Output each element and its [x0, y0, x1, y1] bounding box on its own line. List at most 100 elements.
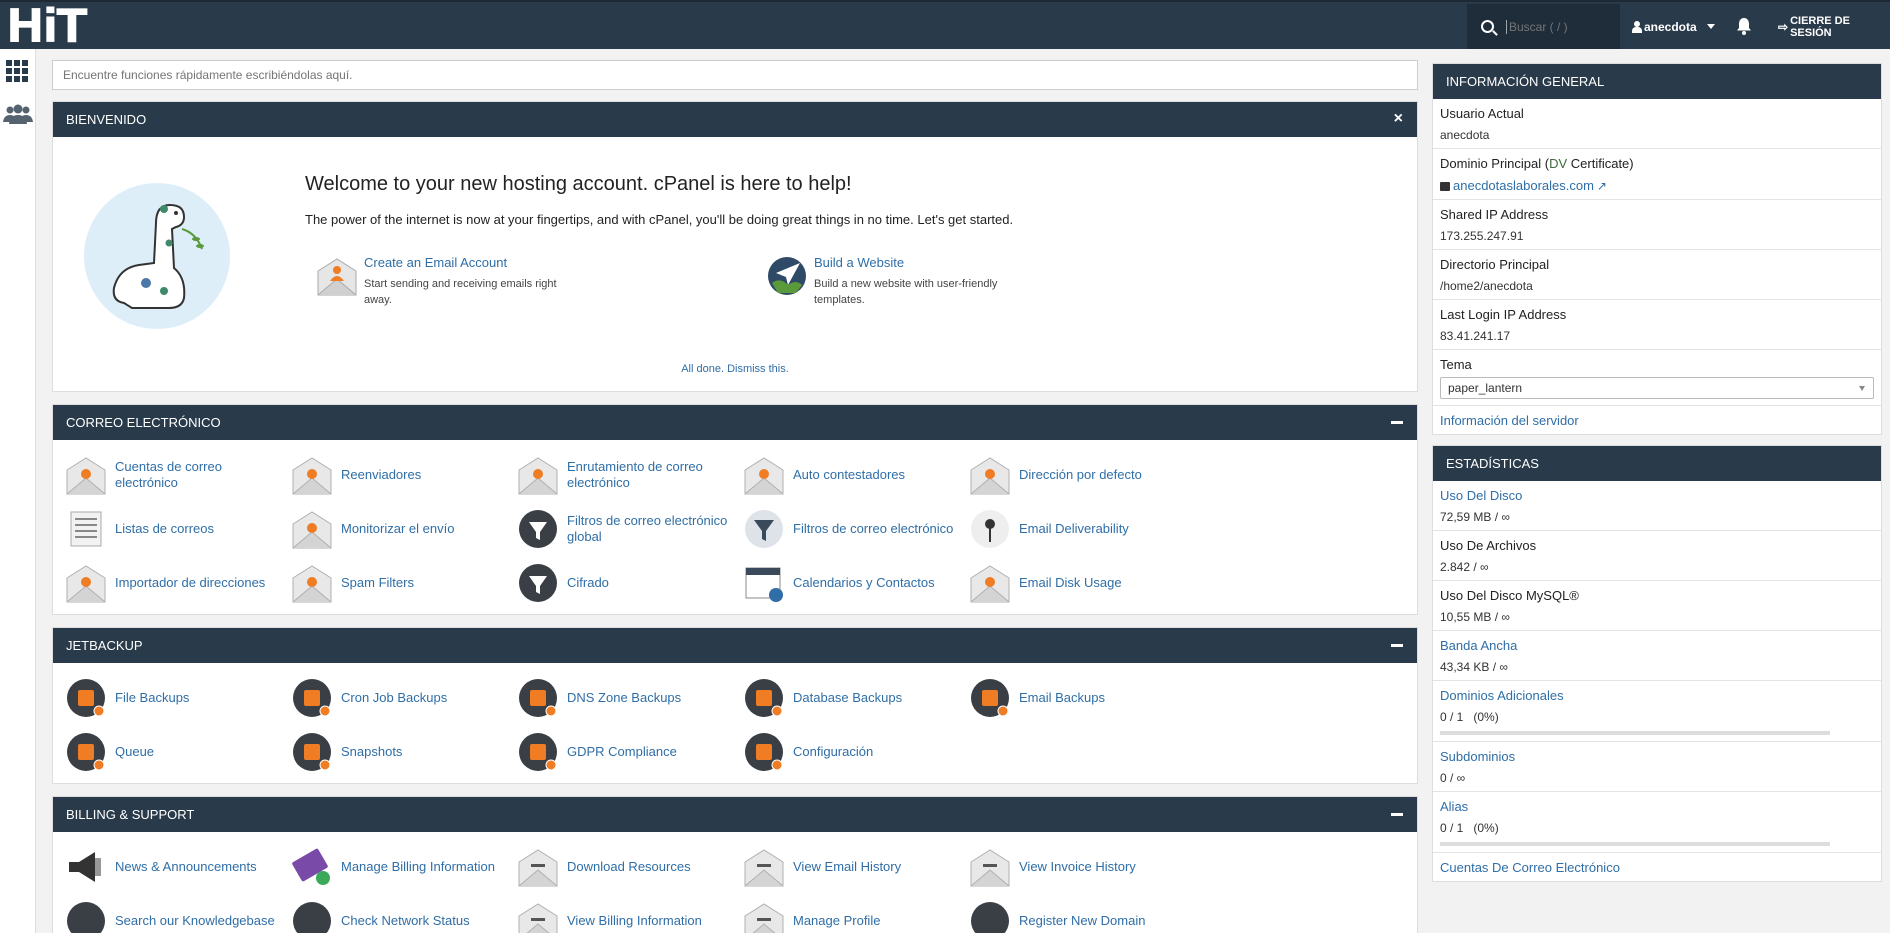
tool-label: View Billing Information — [567, 913, 702, 928]
tool-calendars-contacts[interactable]: Calendarios y Contactos — [743, 556, 969, 610]
stat-label: Uso De Archivos — [1440, 538, 1537, 553]
dismiss-link[interactable]: All done. Dismiss this. — [53, 363, 1417, 375]
tool-knowledgebase[interactable]: Search our Knowledgebase — [65, 894, 291, 933]
tool-address-importer[interactable]: Importador de direcciones — [65, 556, 291, 610]
tool-forwarders[interactable]: Reenviadores — [291, 448, 517, 502]
primary-domain-link[interactable]: anecdotaslaborales.com — [1453, 178, 1594, 193]
tool-spam-filters[interactable]: Spam Filters — [291, 556, 517, 610]
bell-icon[interactable] — [1736, 17, 1752, 35]
mailing-lists-icon — [70, 511, 102, 547]
tool-dns-zone-backups[interactable]: DNS Zone Backups — [517, 671, 743, 725]
tool-email-backups[interactable]: Email Backups — [969, 671, 1195, 725]
cron-job-backups-icon — [293, 679, 331, 717]
email-disk-usage-icon — [970, 565, 1010, 603]
stat-value: 0 / 1 (0%) — [1440, 710, 1499, 724]
stat-label[interactable]: Subdominios — [1440, 749, 1874, 764]
calendars-contacts-icon — [745, 567, 783, 602]
tool-cron-job-backups[interactable]: Cron Job Backups — [291, 671, 517, 725]
database-backups-icon — [745, 679, 783, 717]
billing-section-header[interactable]: BILLING & SUPPORT — [53, 797, 1417, 832]
tool-global-filters[interactable]: Filtros de correo electrónico global — [517, 502, 743, 556]
tool-label: Monitorizar el envío — [341, 521, 455, 536]
tool-megaphone[interactable]: News & Announcements — [65, 840, 291, 894]
tool-autoresponders[interactable]: Auto contestadores — [743, 448, 969, 502]
dv-abbr: DV — [1549, 156, 1568, 171]
tool-gdpr-compliance[interactable]: GDPR Compliance — [517, 725, 743, 779]
tool-queue[interactable]: Queue — [65, 725, 291, 779]
tool-billing-info[interactable]: View Billing Information — [517, 894, 743, 933]
right-sidebar: INFORMACIÓN GENERAL Usuario Actual anecd… — [1432, 63, 1882, 882]
tool-email-filters[interactable]: Filtros de correo electrónico — [743, 502, 969, 556]
autoresponders-icon — [744, 457, 784, 495]
stat-label[interactable]: Banda Ancha — [1440, 638, 1874, 653]
welcome-panel: BIENVENIDO × Welcome to your new hosting… — [52, 101, 1418, 392]
current-user-row: Usuario Actual anecdota — [1433, 99, 1881, 149]
logout-label: CIERRE DE SESIÓN — [1790, 14, 1850, 39]
users-icon[interactable] — [3, 104, 33, 124]
quick-find-input[interactable] — [52, 60, 1418, 90]
tool-label: Calendarios y Contactos — [793, 575, 935, 590]
logo-text: HiT — [6, 0, 88, 53]
username: anecdota — [1644, 19, 1697, 34]
welcome-panel-title: BIENVENIDO — [66, 112, 147, 127]
theme-select[interactable]: paper_lantern — [1440, 377, 1874, 399]
tool-email-disk-usage[interactable]: Email Disk Usage — [969, 556, 1195, 610]
tool-label: Check Network Status — [341, 913, 470, 928]
tool-label: Snapshots — [341, 744, 403, 759]
tool-email-deliverability[interactable]: Email Deliverability — [969, 502, 1195, 556]
tool-database-backups[interactable]: Database Backups — [743, 671, 969, 725]
tool-invoice[interactable]: View Invoice History — [969, 840, 1195, 894]
tool-encryption-key[interactable]: Cifrado — [517, 556, 743, 610]
external-link-icon[interactable]: ↗ — [1597, 179, 1607, 193]
user-menu[interactable]: anecdota — [1632, 4, 1715, 49]
stat-label[interactable]: Uso Del Disco — [1440, 488, 1874, 503]
tool-network-status[interactable]: Check Network Status — [291, 894, 517, 933]
create-email-account-link[interactable]: Create an Email Account Start sending an… — [316, 255, 584, 308]
server-info-link[interactable]: Información del servidor — [1440, 413, 1874, 428]
stat-value: 10,55 MB / ∞ — [1440, 610, 1510, 624]
jetbackup-section-header[interactable]: JETBACKUP — [53, 628, 1417, 663]
stat-row: Uso Del Disco 72,59 MB / ∞ — [1433, 481, 1881, 531]
stat-value: 43,34 KB / ∞ — [1440, 660, 1508, 674]
tool-email-history[interactable]: View Email History — [743, 840, 969, 894]
stat-row: Cuentas De Correo Electrónico — [1433, 853, 1881, 881]
tool-download[interactable]: Download Resources — [517, 840, 743, 894]
tool-snapshots[interactable]: Snapshots — [291, 725, 517, 779]
welcome-lead: The power of the internet is now at your… — [305, 212, 1014, 227]
file-backups-icon — [67, 679, 105, 717]
tool-label: Importador de direcciones — [115, 575, 266, 590]
current-user-value: anecdota — [1440, 128, 1490, 142]
tool-default-address[interactable]: Dirección por defecto — [969, 448, 1195, 502]
tool-label: Filtros de correo electrónico — [793, 521, 954, 536]
stat-label[interactable]: Dominios Adicionales — [1440, 688, 1874, 703]
tool-file-backups[interactable]: File Backups — [65, 671, 291, 725]
tool-email-routing[interactable]: Enrutamiento de correo electrónico — [517, 448, 743, 502]
logout-button[interactable]: ⇨ CIERRE DE SESIÓN — [1778, 4, 1890, 49]
stat-label[interactable]: Alias — [1440, 799, 1874, 814]
email-section-header[interactable]: CORREO ELECTRÓNICO — [53, 405, 1417, 440]
last-login-row: Last Login IP Address 83.41.241.17 — [1433, 300, 1881, 350]
tool-profile[interactable]: Manage Profile — [743, 894, 969, 933]
snapshots-icon — [293, 733, 331, 771]
tool-register-domain[interactable]: Register New Domain — [969, 894, 1195, 933]
tool-mailing-lists[interactable]: Listas de correos — [65, 502, 291, 556]
logo[interactable]: HiT — [6, 0, 88, 53]
tool-configuration-gear[interactable]: Configuración — [743, 725, 969, 779]
tools-grid-icon[interactable] — [6, 60, 30, 82]
tool-label: Auto contestadores — [793, 467, 906, 482]
global-filters-icon — [519, 510, 557, 548]
collapse-icon[interactable] — [1391, 813, 1403, 816]
shared-ip-value: 173.255.247.91 — [1440, 229, 1524, 243]
build-website-link[interactable]: Build a Website Build a new website with… — [766, 255, 1034, 308]
tool-email-accounts[interactable]: Cuentas de correo electrónico — [65, 448, 291, 502]
close-icon[interactable]: × — [1394, 111, 1403, 127]
search-input[interactable] — [1506, 19, 1606, 34]
collapse-icon[interactable] — [1391, 421, 1403, 424]
tool-label: Configuración — [793, 744, 874, 759]
stat-label[interactable]: Cuentas De Correo Electrónico — [1440, 860, 1874, 875]
tool-credit-card[interactable]: Manage Billing Information — [291, 840, 517, 894]
collapse-icon[interactable] — [1391, 644, 1403, 647]
tool-track-delivery[interactable]: Monitorizar el envío — [291, 502, 517, 556]
global-search[interactable] — [1467, 4, 1620, 49]
stat-value: 72,59 MB / ∞ — [1440, 510, 1510, 524]
